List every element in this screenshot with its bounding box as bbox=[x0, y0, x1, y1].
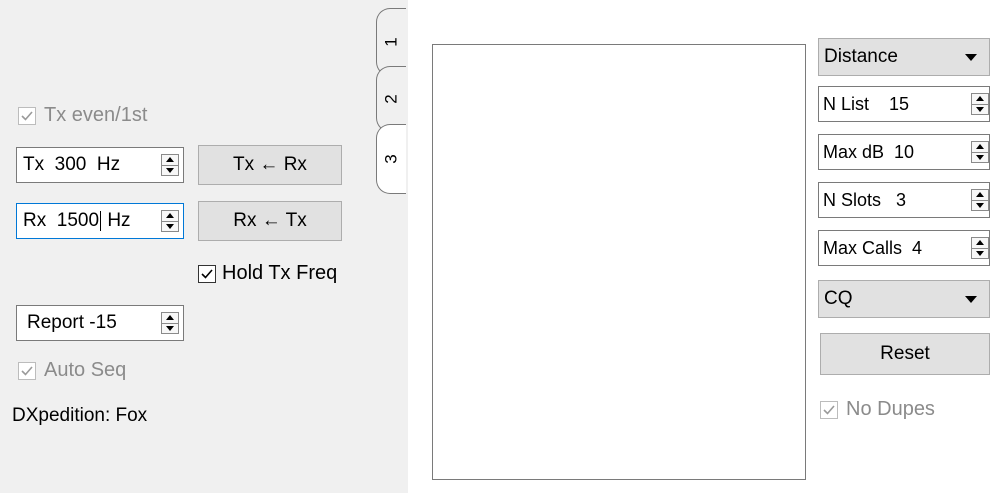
max-calls-value: Max Calls 4 bbox=[823, 237, 923, 258]
report-value: Report -15 bbox=[27, 312, 117, 333]
checkbox-box bbox=[820, 400, 838, 419]
report-stepper[interactable] bbox=[161, 312, 179, 334]
hold-tx-freq-label: Hold Tx Freq bbox=[222, 262, 338, 284]
no-dupes-checkbox[interactable]: No Dupes bbox=[820, 398, 935, 421]
tab-3-label: 3 bbox=[381, 154, 401, 164]
n-list-spinbox[interactable]: N List 15 bbox=[818, 86, 990, 122]
n-list-stepper[interactable] bbox=[971, 93, 989, 115]
rx-from-tx-label: Rx ← Tx bbox=[233, 210, 307, 231]
checkbox-box bbox=[18, 361, 36, 380]
text-caret bbox=[100, 210, 102, 231]
spin-up-icon[interactable] bbox=[162, 313, 178, 323]
rx-freq-value: Rx 1500 Hz bbox=[23, 210, 131, 231]
dxpedition-mode-label: DXpedition: Fox bbox=[12, 405, 148, 426]
auto-seq-checkbox[interactable]: Auto Seq bbox=[18, 359, 126, 382]
checkbox-box bbox=[198, 264, 216, 283]
tx-freq-spinbox[interactable]: Tx 300 Hz bbox=[16, 147, 184, 183]
tx-even-checkbox[interactable]: Tx even/1st bbox=[18, 104, 147, 127]
checkbox-box bbox=[18, 106, 36, 125]
check-icon bbox=[21, 365, 33, 376]
tx-from-rx-label: Tx ← Rx bbox=[233, 154, 307, 175]
spin-up-icon[interactable] bbox=[972, 142, 988, 152]
max-calls-spinbox[interactable]: Max Calls 4 bbox=[818, 230, 990, 266]
spin-down-icon[interactable] bbox=[162, 322, 178, 334]
reset-button[interactable]: Reset bbox=[820, 333, 990, 375]
max-calls-stepper[interactable] bbox=[971, 237, 989, 259]
chevron-down-icon bbox=[965, 295, 977, 303]
tab-1-label: 1 bbox=[381, 37, 401, 47]
check-icon bbox=[823, 404, 835, 415]
tab-3[interactable]: 3 bbox=[376, 124, 406, 194]
n-slots-spinbox[interactable]: N Slots 3 bbox=[818, 182, 990, 218]
max-db-stepper[interactable] bbox=[971, 141, 989, 163]
spin-down-icon[interactable] bbox=[162, 164, 178, 176]
hold-tx-freq-checkbox[interactable]: Hold Tx Freq bbox=[198, 262, 337, 285]
spin-down-icon[interactable] bbox=[162, 220, 178, 232]
tx-from-rx-button[interactable]: Tx ← Rx bbox=[198, 145, 342, 185]
fox-caller-list[interactable] bbox=[432, 44, 806, 480]
reset-label: Reset bbox=[880, 343, 930, 364]
cq-mode-value: CQ bbox=[824, 288, 853, 309]
check-icon bbox=[21, 110, 33, 121]
spin-up-icon[interactable] bbox=[162, 155, 178, 165]
tx-even-label: Tx even/1st bbox=[44, 104, 148, 126]
max-db-value: Max dB 10 bbox=[823, 141, 915, 162]
n-slots-value: N Slots 3 bbox=[823, 189, 907, 210]
tx-freq-value: Tx 300 Hz bbox=[23, 154, 121, 175]
report-spinbox[interactable]: Report -15 bbox=[16, 305, 184, 341]
rx-from-tx-button[interactable]: Rx ← Tx bbox=[198, 201, 342, 241]
spin-down-icon[interactable] bbox=[972, 247, 988, 259]
auto-seq-label: Auto Seq bbox=[44, 359, 127, 381]
spin-up-icon[interactable] bbox=[972, 190, 988, 200]
spin-down-icon[interactable] bbox=[972, 151, 988, 163]
rx-freq-spinbox[interactable]: Rx 1500 Hz bbox=[16, 203, 184, 239]
spin-down-icon[interactable] bbox=[972, 199, 988, 211]
n-list-value: N List 15 bbox=[823, 93, 910, 114]
rx-freq-stepper[interactable] bbox=[161, 210, 179, 232]
n-slots-stepper[interactable] bbox=[971, 189, 989, 211]
tab-2[interactable]: 2 bbox=[376, 66, 406, 132]
sort-order-dropdown[interactable]: Distance bbox=[818, 38, 990, 76]
spin-up-icon[interactable] bbox=[972, 238, 988, 248]
spin-up-icon[interactable] bbox=[162, 211, 178, 221]
check-icon bbox=[201, 268, 213, 279]
tab-2-label: 2 bbox=[381, 94, 401, 104]
cq-mode-dropdown[interactable]: CQ bbox=[818, 280, 990, 318]
tx-freq-stepper[interactable] bbox=[161, 154, 179, 176]
chevron-down-icon bbox=[965, 53, 977, 61]
spin-down-icon[interactable] bbox=[972, 103, 988, 115]
max-db-spinbox[interactable]: Max dB 10 bbox=[818, 134, 990, 170]
sort-order-value: Distance bbox=[824, 46, 898, 67]
no-dupes-label: No Dupes bbox=[846, 398, 935, 420]
spin-up-icon[interactable] bbox=[972, 94, 988, 104]
